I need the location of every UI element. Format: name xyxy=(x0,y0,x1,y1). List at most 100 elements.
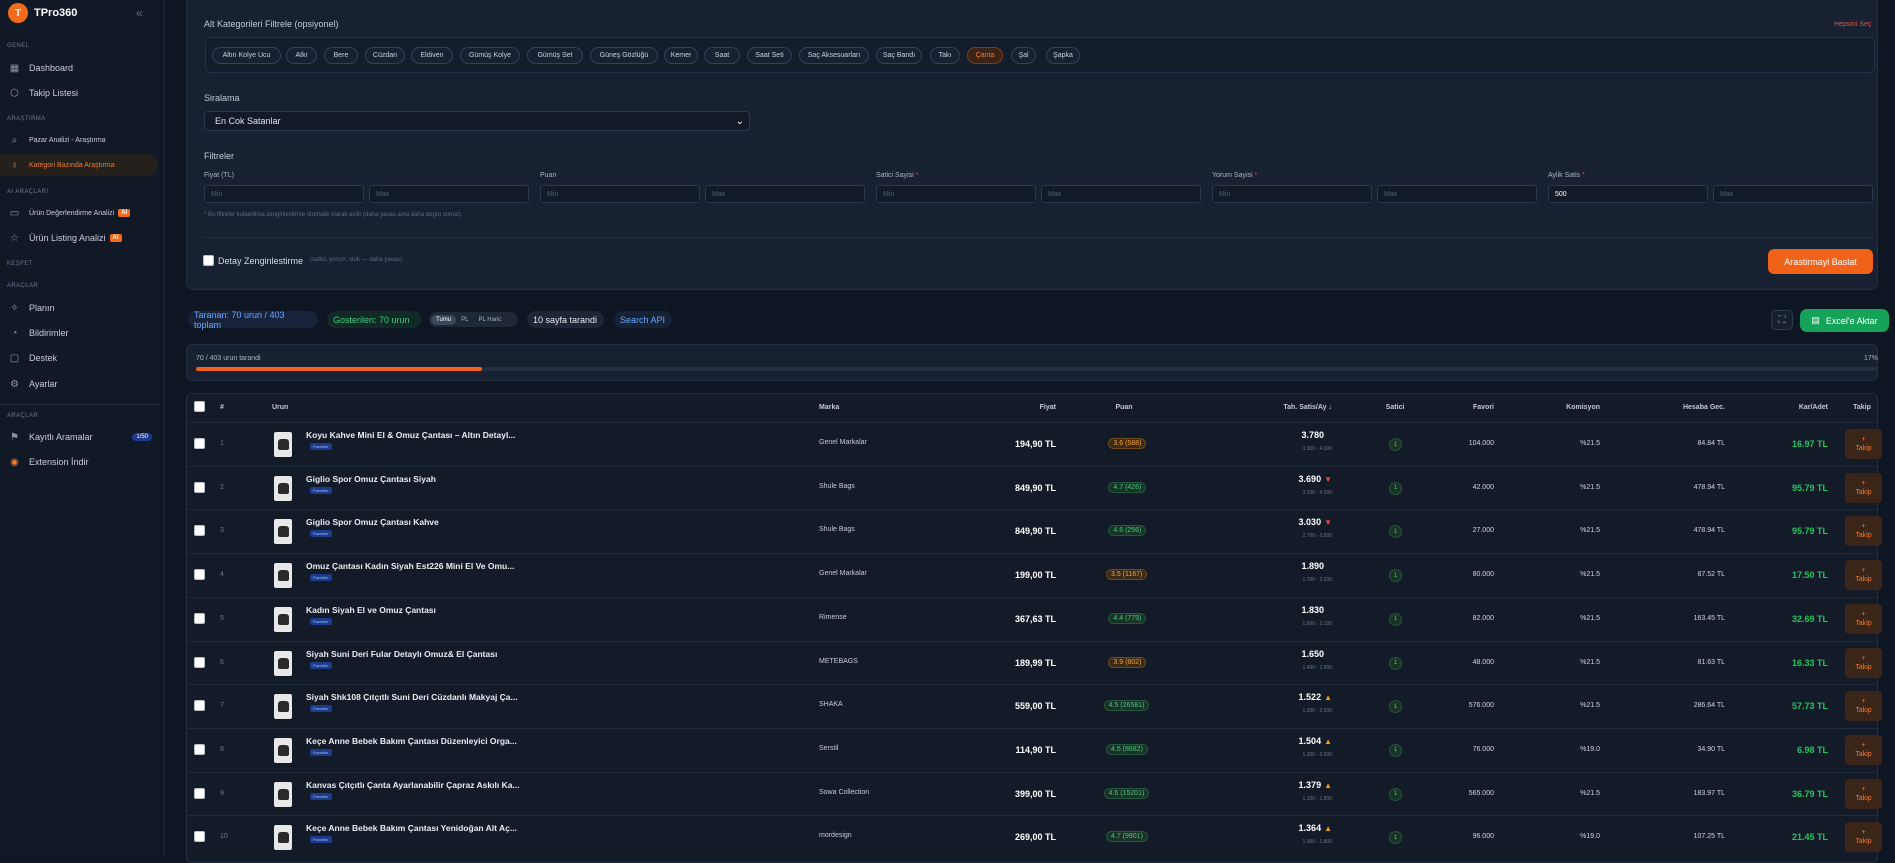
chip-5[interactable]: Gümüş Kolye xyxy=(460,47,520,64)
chip-0[interactable]: Altın Kolye Ucu xyxy=(212,47,281,64)
track-button[interactable]: + Takip xyxy=(1845,822,1882,853)
filter-min-input-3[interactable]: Min xyxy=(1212,185,1372,203)
track-button[interactable]: + Takip xyxy=(1845,647,1882,678)
expand-icon[interactable]: ⛶ xyxy=(1771,310,1793,330)
collapse-sidebar-icon[interactable]: « xyxy=(136,6,143,20)
detay-checkbox[interactable] xyxy=(203,255,214,266)
chip-4[interactable]: Eldiven xyxy=(411,47,453,64)
product-thumbnail[interactable] xyxy=(274,563,292,589)
seg-pl[interactable]: PL xyxy=(456,315,473,325)
product-thumbnail[interactable] xyxy=(274,694,292,720)
sidebar-item-bildirimler[interactable]: ◔ Bildirimler xyxy=(0,322,158,344)
filter-max-input-0[interactable]: Max xyxy=(369,185,529,203)
logo[interactable]: T TPro360 xyxy=(8,3,77,23)
sidebar-item-urun-listing[interactable]: ☆ Ürün Listing Analizi AI xyxy=(0,227,158,249)
favorites: 80.000 xyxy=(1472,571,1494,579)
sidebar-item-kategori-arastirma[interactable]: ♁ Kategori Bazında Araştırma xyxy=(0,154,158,176)
filter-min-input-2[interactable]: Min xyxy=(876,185,1036,203)
row-checkbox[interactable] xyxy=(194,612,205,624)
track-button[interactable]: + Takip xyxy=(1845,429,1882,459)
sidebar-item-takip-listesi[interactable]: ⬡ Takip Listesi xyxy=(0,82,158,104)
track-button[interactable]: + Takip xyxy=(1845,472,1882,503)
product-name[interactable]: Siyah Suni Deri Fular Detaylı Omuz& El Ç… xyxy=(306,649,497,659)
chip-16[interactable]: Şapka xyxy=(1046,47,1080,64)
product-thumbnail[interactable] xyxy=(274,475,292,501)
select-all-checkbox[interactable] xyxy=(194,401,205,412)
chip-15[interactable]: Şal xyxy=(1011,47,1036,64)
row-checkbox[interactable] xyxy=(194,831,205,843)
row-checkbox[interactable] xyxy=(194,525,205,537)
price: 849,90 TL xyxy=(1014,482,1056,493)
chip-6[interactable]: Gümüş Set xyxy=(527,47,583,64)
sidebar-item-planin[interactable]: ✧ Planın xyxy=(0,297,158,319)
monthly-sales: 1.890 xyxy=(1212,561,1324,571)
chip-14[interactable]: Çanta xyxy=(967,47,1003,64)
col-header-0: # xyxy=(220,404,224,411)
chip-10[interactable]: Saat Seti xyxy=(747,47,792,64)
chip-1[interactable]: Atkı xyxy=(286,47,317,64)
row-checkbox[interactable] xyxy=(194,743,205,755)
product-name[interactable]: Giglio Spor Omuz Çantası Siyah xyxy=(306,474,436,484)
trend-down-icon: ▼ xyxy=(1324,474,1332,484)
product-thumbnail[interactable] xyxy=(274,432,292,457)
chip-8[interactable]: Kemer xyxy=(664,47,698,64)
net-amount: 478.94 TL xyxy=(1693,483,1725,491)
filter-min-input-0[interactable]: Min xyxy=(204,185,364,203)
track-button[interactable]: + Takip xyxy=(1845,603,1882,634)
filter-max-input-3[interactable]: Max xyxy=(1377,185,1537,203)
product-thumbnail[interactable] xyxy=(274,650,292,676)
row-checkbox[interactable] xyxy=(194,438,205,449)
product-thumbnail[interactable] xyxy=(274,781,292,807)
filter-max-input-2[interactable]: Max xyxy=(1041,185,1201,203)
filter-max-input-1[interactable]: Max xyxy=(705,185,865,203)
product-name[interactable]: Kadın Siyah El ve Omuz Çantası xyxy=(306,605,436,615)
row-checkbox[interactable] xyxy=(194,481,205,493)
product-name[interactable]: Keçe Anne Bebek Bakım Çantası Yenidoğan … xyxy=(306,823,517,833)
row-checkbox[interactable] xyxy=(194,700,205,712)
track-button[interactable]: + Takip xyxy=(1845,734,1882,765)
product-name[interactable]: Giglio Spor Omuz Çantası Kahve xyxy=(306,517,439,527)
product-name[interactable]: Keçe Anne Bebek Bakım Çantası Düzenleyic… xyxy=(306,736,517,746)
seg-all[interactable]: Tumu xyxy=(431,314,457,325)
sidebar-item-dashboard[interactable]: ▦ Dashboard xyxy=(0,57,158,79)
product-name[interactable]: Siyah Shk108 Çıtçıtlı Suni Deri Cüzdanlı… xyxy=(306,692,518,702)
track-button[interactable]: + Takip xyxy=(1845,691,1882,722)
excel-export-button[interactable]: ▤ Excel'e Aktar xyxy=(1800,309,1889,332)
product-thumbnail[interactable] xyxy=(274,519,292,545)
chip-7[interactable]: Güneş Gözlüğü xyxy=(590,47,658,64)
chip-13[interactable]: Takı xyxy=(930,47,960,64)
chip-2[interactable]: Bere xyxy=(324,47,358,64)
filter-max-input-4[interactable]: Max xyxy=(1713,185,1873,203)
sidebar-item-destek[interactable]: ▢ Destek xyxy=(0,347,158,369)
product-thumbnail[interactable] xyxy=(274,825,292,851)
filter-min-input-4[interactable]: 500 xyxy=(1548,185,1708,203)
chip-3[interactable]: Cüzdan xyxy=(365,47,405,64)
row-checkbox[interactable] xyxy=(194,656,205,668)
product-name[interactable]: Kanvas Çıtçıtlı Çanta Ayarlanabilir Çapr… xyxy=(306,780,520,790)
row-checkbox[interactable] xyxy=(194,787,205,799)
track-button[interactable]: + Takip xyxy=(1845,516,1882,547)
col-header-5[interactable]: Tah. Satis/Ay ↓ xyxy=(1212,404,1332,411)
product-name[interactable]: Koyu Kahve Mini El & Omuz Çantası – Altı… xyxy=(306,430,515,440)
sort-select[interactable]: En Cok Satanlar ⌄ xyxy=(204,111,750,131)
chip-9[interactable]: Saat xyxy=(704,47,740,64)
sidebar-item-kayitli-aramalar[interactable]: ⚑ Kayıtlı Aramalar 1/50 xyxy=(0,426,158,448)
sidebar-item-extension[interactable]: ◉ Extension İndir xyxy=(0,451,158,473)
sidebar-item-pazar-analizi[interactable]: ⌕ Pazar Analizi - Araştırma xyxy=(0,129,158,151)
chip-12[interactable]: Saç Bandı xyxy=(876,47,922,64)
seg-pl-haric[interactable]: PL Haric xyxy=(473,315,506,325)
filter-min-input-1[interactable]: Min xyxy=(540,185,700,203)
row-checkbox[interactable] xyxy=(194,569,205,581)
sidebar-item-ayarlar[interactable]: ⚙ Ayarlar xyxy=(0,373,158,395)
product-thumbnail[interactable] xyxy=(274,606,292,632)
chip-11[interactable]: Saç Aksesuarları xyxy=(799,47,869,64)
select-all-link[interactable]: Hepsini Seç xyxy=(1834,21,1871,28)
start-research-button[interactable]: Arastirmayi Baslat xyxy=(1768,249,1873,274)
sidebar-item-urun-degerlendirme[interactable]: ▭ Ürün Değerlendirme Analizi AI xyxy=(0,202,158,224)
product-thumbnail[interactable] xyxy=(274,737,292,763)
sales-value: 3.030 xyxy=(1298,517,1322,528)
pl-filter-toggle: Tumu PL PL Haric xyxy=(429,312,518,327)
track-button[interactable]: + Takip xyxy=(1845,560,1882,591)
product-name[interactable]: Omuz Çantası Kadın Siyah Est226 Mini El … xyxy=(306,561,514,571)
track-button[interactable]: + Takip xyxy=(1845,778,1882,809)
